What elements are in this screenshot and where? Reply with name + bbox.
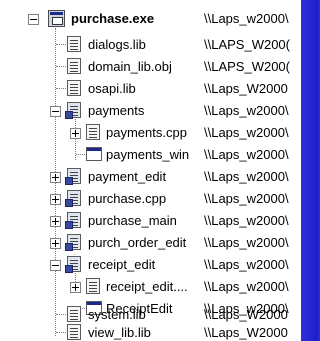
- executable-icon: [48, 10, 65, 27]
- project-tree: purchase.exe \\Laps_w2000\ dialogs.lib \…: [0, 0, 301, 341]
- tree-row[interactable]: domain_lib.obj \\LAPS_W200(: [0, 56, 301, 78]
- source-file-icon: [65, 168, 81, 185]
- tree-row[interactable]: view_lib.lib \\Laps_W2000: [0, 322, 301, 341]
- expand-toggle-icon[interactable]: [50, 194, 61, 205]
- tree-row[interactable]: receipt_edit.... \\Laps_w2000\: [0, 276, 301, 298]
- collapse-toggle-icon[interactable]: [50, 106, 61, 117]
- tree-row[interactable]: purchase_main \\Laps_w2000\: [0, 210, 301, 232]
- window-background: [301, 0, 318, 341]
- tree-connector: [56, 88, 66, 89]
- tree-row[interactable]: payments_win \\Laps_w2000\: [0, 144, 301, 166]
- file-icon: [67, 80, 81, 96]
- tree-item-path: \\Laps_w2000\: [204, 191, 289, 206]
- collapse-toggle-icon[interactable]: [50, 260, 61, 271]
- file-icon: [67, 58, 81, 74]
- tree-row[interactable]: payments.cpp \\Laps_w2000\: [0, 122, 301, 144]
- tree-item-label: dialogs.lib: [88, 37, 146, 52]
- expand-toggle-icon[interactable]: [50, 216, 61, 227]
- tree-item-label: receipt_edit: [88, 257, 156, 272]
- tree-row[interactable]: dialogs.lib \\LAPS_W200(: [0, 34, 301, 56]
- tree-item-path: \\Laps_w2000\: [204, 257, 289, 272]
- source-file-icon: [65, 102, 81, 119]
- tree-row[interactable]: payment_edit \\Laps_w2000\: [0, 166, 301, 188]
- tree-item-label: domain_lib.obj: [88, 59, 172, 74]
- file-icon: [67, 324, 81, 340]
- expand-toggle-icon[interactable]: [70, 282, 81, 293]
- tree-row[interactable]: payments \\Laps_w2000\: [0, 100, 301, 122]
- tree-item-label: purchase.cpp: [88, 191, 167, 206]
- tree-row-root[interactable]: purchase.exe \\Laps_w2000\: [0, 8, 301, 30]
- source-file-icon: [65, 212, 81, 229]
- tree-connector: [56, 66, 66, 67]
- tree-item-path: \\Laps_w2000\: [204, 213, 289, 228]
- tree-item-label: purchase.exe: [71, 11, 155, 26]
- expand-toggle-icon[interactable]: [50, 238, 61, 249]
- tree-item-path: \\LAPS_W200(: [204, 59, 290, 74]
- tree-item-label: purch_order_edit: [88, 235, 187, 250]
- tree-item-path: \\Laps_W2000: [204, 81, 288, 96]
- collapse-toggle-icon[interactable]: [28, 14, 39, 25]
- window-icon: [86, 147, 102, 161]
- source-file-icon: [65, 234, 81, 251]
- tree-item-path: \\Laps_w2000\: [204, 125, 289, 140]
- tree-connector: [76, 154, 85, 155]
- tree-connector: [56, 332, 66, 333]
- tree-item-label: payments.cpp: [106, 125, 187, 140]
- tree-item-label: payments: [88, 103, 145, 118]
- tree-connector: [56, 314, 66, 315]
- tree-item-path: \\Laps_w2000\: [204, 279, 289, 294]
- file-icon: [67, 306, 81, 322]
- tree-item-path: \\Laps_w2000\: [204, 235, 289, 250]
- tree-connector: [56, 44, 66, 45]
- tree-row[interactable]: receipt_edit \\Laps_w2000\: [0, 254, 301, 276]
- file-icon: [86, 278, 100, 294]
- tree-item-label: purchase_main: [88, 213, 177, 228]
- tree-row[interactable]: purch_order_edit \\Laps_w2000\: [0, 232, 301, 254]
- tree-item-path: \\Laps_w2000\: [204, 169, 289, 184]
- tree-item-path: \\Laps_W2000: [204, 307, 288, 322]
- tree-row[interactable]: osapi.lib \\Laps_W2000: [0, 78, 301, 100]
- tree-item-label: osapi.lib: [88, 81, 136, 96]
- tree-item-path: \\Laps_w2000\: [204, 11, 289, 26]
- tree-item-label: payments_win: [106, 147, 190, 162]
- tree-item-path: \\Laps_w2000\: [204, 103, 289, 118]
- expand-toggle-icon[interactable]: [70, 128, 81, 139]
- project-tree-panel: purchase.exe \\Laps_w2000\ dialogs.lib \…: [0, 0, 301, 341]
- tree-item-path: \\Laps_W2000: [204, 325, 288, 340]
- tree-item-path: \\Laps_w2000\: [204, 147, 289, 162]
- tree-item-label: system.lib: [88, 307, 146, 322]
- file-icon: [67, 36, 81, 52]
- tree-item-label: view_lib.lib: [88, 325, 151, 340]
- tree-item-path: \\LAPS_W200(: [204, 37, 290, 52]
- tree-item-label: payment_edit: [88, 169, 167, 184]
- source-file-icon: [65, 256, 81, 273]
- file-icon: [86, 124, 100, 140]
- tree-row[interactable]: purchase.cpp \\Laps_w2000\: [0, 188, 301, 210]
- expand-toggle-icon[interactable]: [50, 172, 61, 183]
- source-file-icon: [65, 190, 81, 207]
- tree-item-label: receipt_edit....: [106, 279, 188, 294]
